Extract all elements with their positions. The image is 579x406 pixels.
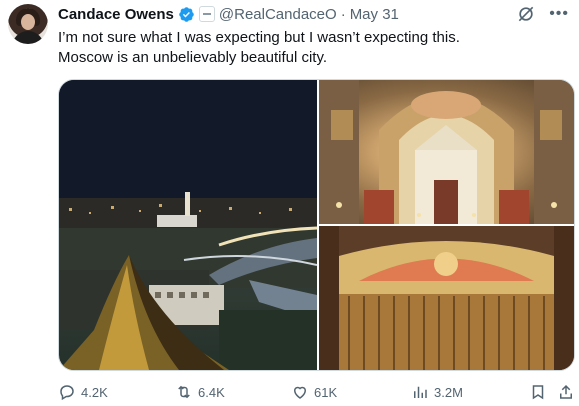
- avatar-face: [21, 14, 35, 30]
- repost-button[interactable]: 6.4K: [175, 383, 225, 401]
- photo-cathedral-interior[interactable]: [319, 80, 574, 224]
- share-icon: [560, 384, 572, 399]
- affiliate-badge-icon[interactable]: [198, 6, 215, 22]
- reply-button[interactable]: 4.2K: [58, 383, 108, 401]
- tweet-header: Candace Owens @RealCandaceO · May 31 •••: [58, 4, 569, 24]
- bookmark-button[interactable]: [529, 383, 547, 401]
- verified-badge-icon[interactable]: [178, 6, 195, 23]
- theatre-illustration: [319, 226, 574, 370]
- author-name[interactable]: Candace Owens: [58, 6, 174, 23]
- author-handle[interactable]: @RealCandaceO: [219, 6, 337, 23]
- views-count: 3.2M: [434, 384, 463, 400]
- reply-icon: [60, 385, 74, 401]
- moscow-night-illustration: [59, 80, 317, 370]
- tweet-date[interactable]: May 31: [350, 6, 399, 23]
- photo-moscow-night[interactable]: [59, 80, 317, 370]
- avatar-shoulders: [12, 31, 44, 44]
- tweet-text-line-1: I’m not sure what I was expecting but I …: [58, 29, 460, 46]
- views-button[interactable]: 3.2M: [411, 383, 463, 401]
- grok-icon[interactable]: [515, 3, 537, 25]
- tweet-text: I’m not sure what I was expecting but I …: [58, 28, 568, 68]
- repost-count: 6.4K: [198, 384, 225, 400]
- share-button[interactable]: [557, 383, 575, 401]
- more-options-icon[interactable]: •••: [549, 5, 569, 23]
- bookmark-icon: [532, 385, 544, 400]
- media-grid: [58, 79, 575, 371]
- heart-icon: [293, 386, 307, 399]
- like-button[interactable]: 61K: [291, 383, 337, 401]
- like-count: 61K: [314, 384, 338, 400]
- tweet-text-line-2: Moscow is an unbelievably beautiful city…: [58, 49, 328, 66]
- author-avatar[interactable]: [8, 4, 48, 44]
- views-chart-icon: [414, 386, 427, 398]
- separator-dot: ·: [340, 5, 346, 23]
- tweet-actions: 4.2K 6.4K 61K 3.2M: [58, 381, 575, 403]
- photo-theatre-curtain[interactable]: [319, 226, 574, 370]
- repost-icon: [178, 385, 190, 399]
- reply-count: 4.2K: [81, 384, 108, 400]
- cathedral-illustration: [319, 80, 574, 224]
